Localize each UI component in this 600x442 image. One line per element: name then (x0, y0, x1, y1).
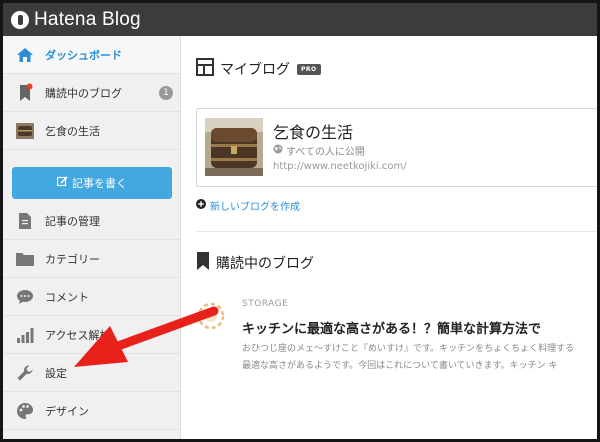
subscribed-blogs-title: 購読中のブログ (216, 256, 314, 272)
layout-grid-icon (196, 58, 214, 80)
subscribed-blogs-heading: 購読中のブログ (196, 251, 314, 275)
sidebar-item-comments[interactable]: コメント (3, 278, 180, 316)
top-bar: Hatena Blog (3, 3, 597, 36)
sidebar-item-label: 設定 (45, 366, 67, 380)
blog-thumbnail[interactable] (205, 118, 263, 176)
unread-count-badge: 1 (159, 86, 173, 100)
document-icon (15, 211, 35, 231)
story-title[interactable]: キッチンに最適な高さがある！？簡単な計算方法で (242, 318, 541, 337)
bar-chart-icon (15, 325, 35, 345)
my-blogs-heading: マイブログ PRO (196, 58, 321, 80)
sidebar-item-label: カテゴリー (45, 252, 100, 266)
comment-icon (15, 287, 35, 307)
sidebar-item-design[interactable]: デザイン (3, 392, 180, 430)
create-new-blog-label: 新しいブログを作成 (210, 202, 300, 213)
story-excerpt: おひつじ座のメェ〜すけこと『めいすけ』です。キッチンをちょくちょく料理する 最適… (242, 341, 597, 375)
sidebar-item-label: アクセス解析 (45, 328, 111, 342)
blog-name[interactable]: 乞食の生活 (273, 119, 353, 143)
main-content: マイブログ PRO 乞食の生活 すべての人に公開 http://www.neet… (182, 36, 597, 439)
blog-visibility: すべての人に公開 (273, 143, 365, 158)
blog-thumbnail-icon (15, 121, 35, 141)
blog-visibility-label: すべての人に公開 (286, 147, 365, 158)
bookmark-icon (15, 83, 35, 103)
sidebar-item-dashboard[interactable]: ダッシュボード (3, 36, 180, 74)
edit-icon (56, 176, 68, 190)
app-window: Hatena Blog ダッシュボード 購読中のブログ 1 乞食の生活 記事を書… (0, 0, 600, 442)
sidebar-item-label: コメント (45, 290, 89, 304)
pro-badge: PRO (297, 63, 321, 75)
story-excerpt-line: 最適な高さがあるようです。今回はこれについて書いていきます。キッチン キ (242, 361, 558, 371)
my-blogs-title: マイブログ (220, 62, 290, 78)
wrench-icon (15, 363, 35, 383)
app-logo-text[interactable]: Hatena Blog (34, 9, 141, 31)
sidebar-item-blog[interactable]: 乞食の生活 (3, 112, 180, 150)
sidebar-item-categories[interactable]: カテゴリー (3, 240, 180, 278)
create-new-blog-link[interactable]: 新しいブログを作成 (196, 198, 300, 213)
sidebar: ダッシュボード 購読中のブログ 1 乞食の生活 記事を書く 記事の管理 カテゴリ… (3, 36, 181, 439)
sidebar-item-subscriptions[interactable]: 購読中のブログ 1 (3, 74, 180, 112)
write-article-button[interactable]: 記事を書く (12, 167, 172, 199)
globe-icon (273, 144, 283, 157)
sidebar-item-label: 乞食の生活 (45, 124, 100, 138)
sidebar-item-settings[interactable]: 設定 (3, 354, 180, 392)
blog-url[interactable]: http://www.neetkojiki.com/ (273, 161, 407, 172)
hatena-logo-icon[interactable] (11, 10, 29, 29)
sidebar-item-label: デザイン (45, 404, 89, 418)
story-source-icon[interactable] (196, 301, 226, 331)
sidebar-item-manage-articles[interactable]: 記事の管理 (3, 202, 180, 240)
blog-card[interactable]: 乞食の生活 すべての人に公開 http://www.neetkojiki.com… (196, 108, 597, 187)
sidebar-item-label: ダッシュボード (45, 48, 122, 62)
sidebar-item-label: 記事の管理 (45, 214, 100, 228)
section-divider (196, 231, 597, 232)
write-article-label: 記事を書く (72, 177, 127, 190)
home-icon (15, 45, 35, 65)
sidebar-item-analytics[interactable]: アクセス解析 (3, 316, 180, 354)
story-excerpt-line: おひつじ座のメェ〜すけこと『めいすけ』です。キッチンをちょくちょく料理する (242, 344, 575, 354)
folder-icon (15, 249, 35, 269)
plus-circle-icon (196, 199, 206, 212)
bookmark-icon (196, 251, 210, 275)
sidebar-item-label: 購読中のブログ (45, 86, 122, 100)
story-source-label[interactable]: STORAGE (242, 299, 288, 309)
palette-icon (15, 401, 35, 421)
